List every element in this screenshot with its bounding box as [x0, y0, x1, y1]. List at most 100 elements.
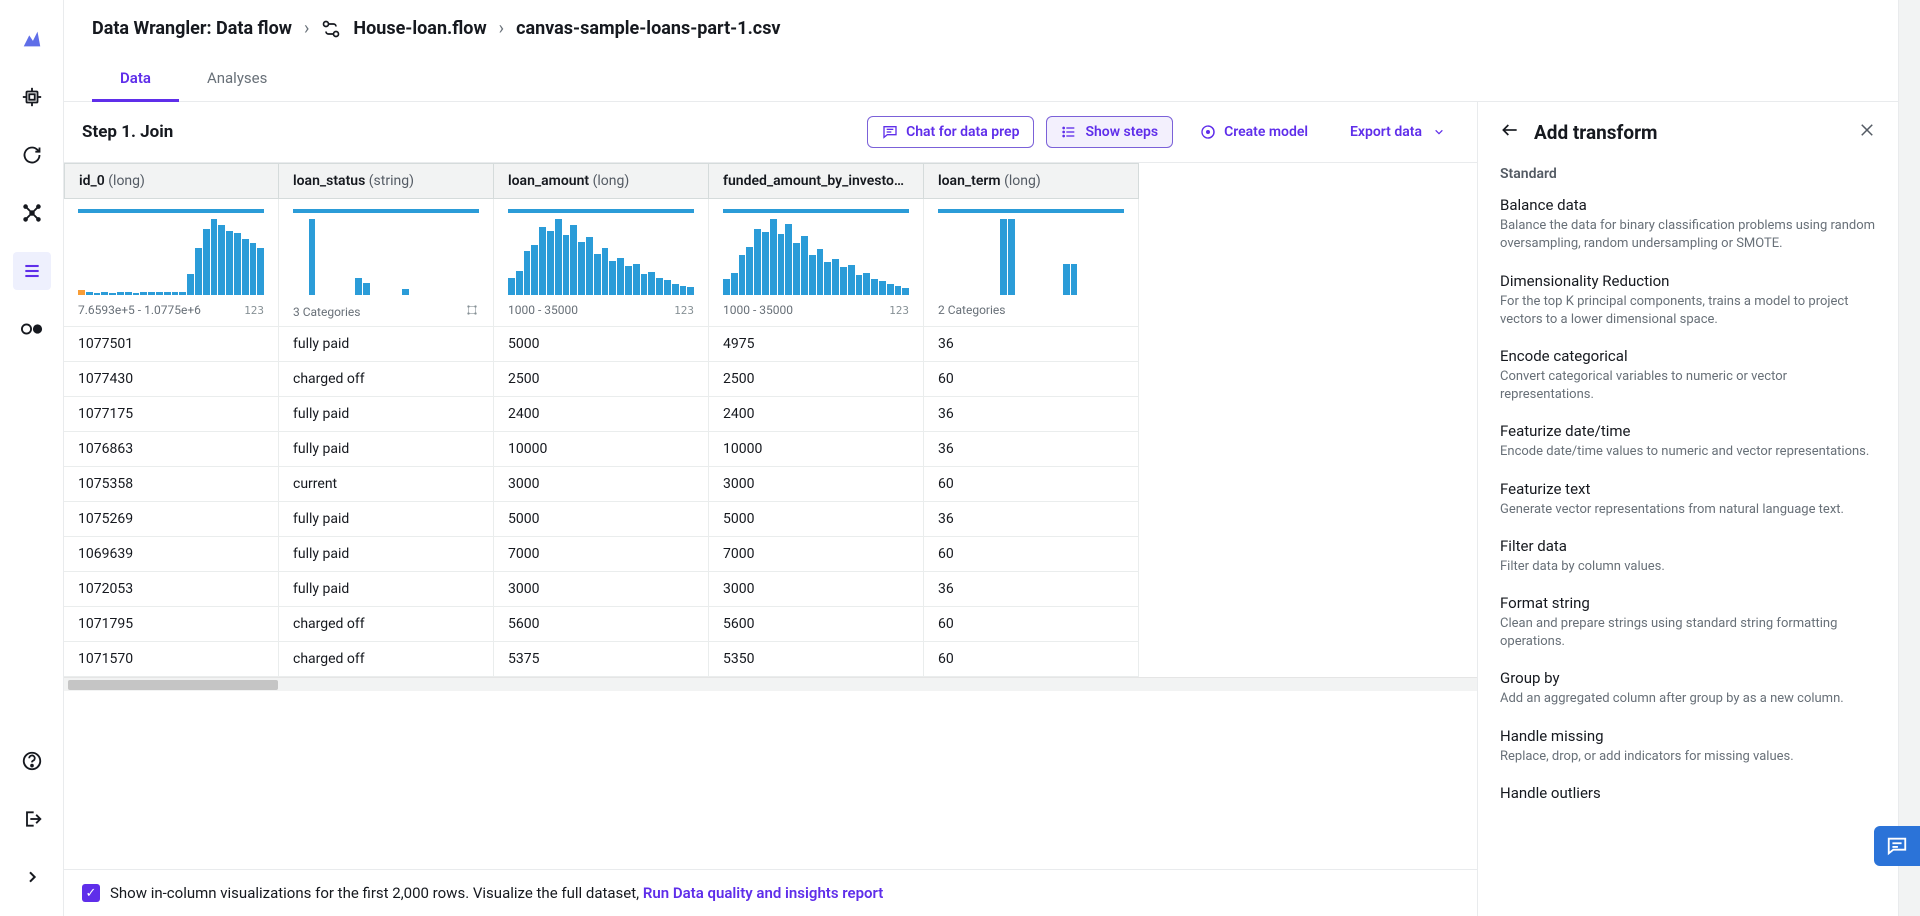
run-report-link[interactable]: Run Data quality and insights report — [643, 884, 884, 902]
expand-icon[interactable] — [13, 858, 51, 896]
data-cell[interactable]: 2500 — [709, 362, 924, 397]
data-cell[interactable]: 2400 — [494, 397, 709, 432]
show-steps-button[interactable]: Show steps — [1046, 116, 1173, 148]
column-header[interactable]: loan_amount (long) — [494, 163, 709, 199]
data-cell[interactable]: 1071795 — [64, 607, 279, 642]
column-viz: 7.6593e+5 - 1.0775e+6123 — [64, 199, 279, 327]
logout-icon[interactable] — [13, 800, 51, 838]
toggle-icon[interactable] — [13, 310, 51, 348]
graph-icon[interactable] — [13, 194, 51, 232]
data-cell[interactable]: 1075269 — [64, 502, 279, 537]
data-cell[interactable]: 3000 — [709, 467, 924, 502]
transform-item[interactable]: Dimensionality ReductionFor the top K pr… — [1500, 272, 1876, 329]
left-nav — [0, 0, 64, 916]
tab-data[interactable]: Data — [92, 57, 179, 102]
transform-item[interactable]: Format stringClean and prepare strings u… — [1500, 594, 1876, 651]
data-cell[interactable]: 3000 — [494, 572, 709, 607]
data-cell[interactable]: charged off — [279, 607, 494, 642]
data-cell[interactable]: 1071570 — [64, 642, 279, 677]
data-cell[interactable]: fully paid — [279, 327, 494, 362]
horizontal-scrollbar[interactable] — [64, 677, 1477, 691]
create-model-button[interactable]: Create model — [1185, 116, 1323, 148]
flow-icon — [321, 18, 341, 39]
data-cell[interactable]: charged off — [279, 362, 494, 397]
data-cell[interactable]: 5350 — [709, 642, 924, 677]
help-icon[interactable] — [13, 742, 51, 780]
data-cell[interactable]: 1072053 — [64, 572, 279, 607]
data-cell[interactable]: 60 — [924, 607, 1139, 642]
chat-data-prep-button[interactable]: Chat for data prep — [867, 116, 1034, 148]
transform-item[interactable]: Filter dataFilter data by column values. — [1500, 537, 1876, 576]
data-cell[interactable]: 7000 — [709, 537, 924, 572]
data-cell[interactable]: 1075358 — [64, 467, 279, 502]
column-header[interactable]: id_0 (long) — [64, 163, 279, 199]
data-cell[interactable]: 5000 — [709, 502, 924, 537]
transform-item[interactable]: Handle outliers — [1500, 784, 1876, 802]
data-cell[interactable]: 10000 — [709, 432, 924, 467]
data-cell[interactable]: current — [279, 467, 494, 502]
data-cell[interactable]: 5375 — [494, 642, 709, 677]
data-cell[interactable]: fully paid — [279, 572, 494, 607]
data-cell[interactable]: 2400 — [709, 397, 924, 432]
data-cell[interactable]: 1076863 — [64, 432, 279, 467]
data-cell[interactable]: 2500 — [494, 362, 709, 397]
transform-item[interactable]: Encode categoricalConvert categorical va… — [1500, 347, 1876, 404]
column-header[interactable]: loan_term (long) — [924, 163, 1139, 199]
transform-item[interactable]: Balance dataBalance the data for binary … — [1500, 196, 1876, 253]
data-cell[interactable]: 36 — [924, 327, 1139, 362]
data-cell[interactable]: fully paid — [279, 537, 494, 572]
data-cell[interactable]: 36 — [924, 432, 1139, 467]
data-cell[interactable]: fully paid — [279, 397, 494, 432]
viz-checkbox[interactable]: ✓ — [82, 884, 100, 902]
data-grid[interactable]: id_0 (long)loan_status (string)loan_amou… — [64, 163, 1477, 869]
transform-desc: For the top K principal components, trai… — [1500, 293, 1876, 329]
breadcrumb-root[interactable]: Data Wrangler: Data flow — [92, 18, 292, 39]
data-cell[interactable]: 1077501 — [64, 327, 279, 362]
data-cell[interactable]: 7000 — [494, 537, 709, 572]
data-cell[interactable]: 3000 — [494, 467, 709, 502]
close-icon[interactable] — [1858, 121, 1876, 143]
chat-fab[interactable] — [1874, 826, 1920, 866]
list-icon[interactable] — [13, 252, 51, 290]
panel-title: Add transform — [1534, 121, 1844, 144]
data-cell[interactable]: 5000 — [494, 502, 709, 537]
export-data-button[interactable]: Export data — [1335, 116, 1459, 148]
breadcrumb-file: canvas-sample-loans-part-1.csv — [516, 18, 780, 39]
data-cell[interactable]: charged off — [279, 642, 494, 677]
logo-icon[interactable] — [13, 20, 51, 58]
back-icon[interactable] — [1500, 120, 1520, 144]
data-cell[interactable]: fully paid — [279, 502, 494, 537]
transform-item[interactable]: Featurize textGenerate vector representa… — [1500, 480, 1876, 519]
transform-title: Group by — [1500, 669, 1876, 687]
data-cell[interactable]: 60 — [924, 467, 1139, 502]
data-cell[interactable]: 5000 — [494, 327, 709, 362]
data-cell[interactable]: 60 — [924, 642, 1139, 677]
refresh-icon[interactable] — [13, 136, 51, 174]
tab-analyses[interactable]: Analyses — [179, 57, 295, 101]
transform-item[interactable]: Handle missingReplace, drop, or add indi… — [1500, 727, 1876, 766]
chevron-right-icon: › — [304, 18, 309, 39]
data-cell[interactable]: 3000 — [709, 572, 924, 607]
data-cell[interactable]: 36 — [924, 502, 1139, 537]
transform-title: Featurize text — [1500, 480, 1876, 498]
data-cell[interactable]: 1077430 — [64, 362, 279, 397]
transform-item[interactable]: Group byAdd an aggregated column after g… — [1500, 669, 1876, 708]
data-cell[interactable]: fully paid — [279, 432, 494, 467]
data-cell[interactable]: 1069639 — [64, 537, 279, 572]
data-cell[interactable]: 5600 — [709, 607, 924, 642]
data-cell[interactable]: 4975 — [709, 327, 924, 362]
data-cell[interactable]: 36 — [924, 397, 1139, 432]
data-cell[interactable]: 10000 — [494, 432, 709, 467]
data-cell[interactable]: 5600 — [494, 607, 709, 642]
breadcrumb-flow[interactable]: House-loan.flow — [353, 18, 486, 39]
chip-icon[interactable] — [13, 78, 51, 116]
data-cell[interactable]: 60 — [924, 537, 1139, 572]
data-cell[interactable]: 36 — [924, 572, 1139, 607]
add-transform-panel: Add transform Standard Balance dataBalan… — [1478, 102, 1898, 916]
data-cell[interactable]: 60 — [924, 362, 1139, 397]
column-header[interactable]: funded_amount_by_investors... — [709, 163, 924, 199]
column-header[interactable]: loan_status (string) — [279, 163, 494, 199]
transform-item[interactable]: Featurize date/timeEncode date/time valu… — [1500, 422, 1876, 461]
data-cell[interactable]: 1077175 — [64, 397, 279, 432]
right-scrollbar-strip — [1898, 0, 1920, 916]
